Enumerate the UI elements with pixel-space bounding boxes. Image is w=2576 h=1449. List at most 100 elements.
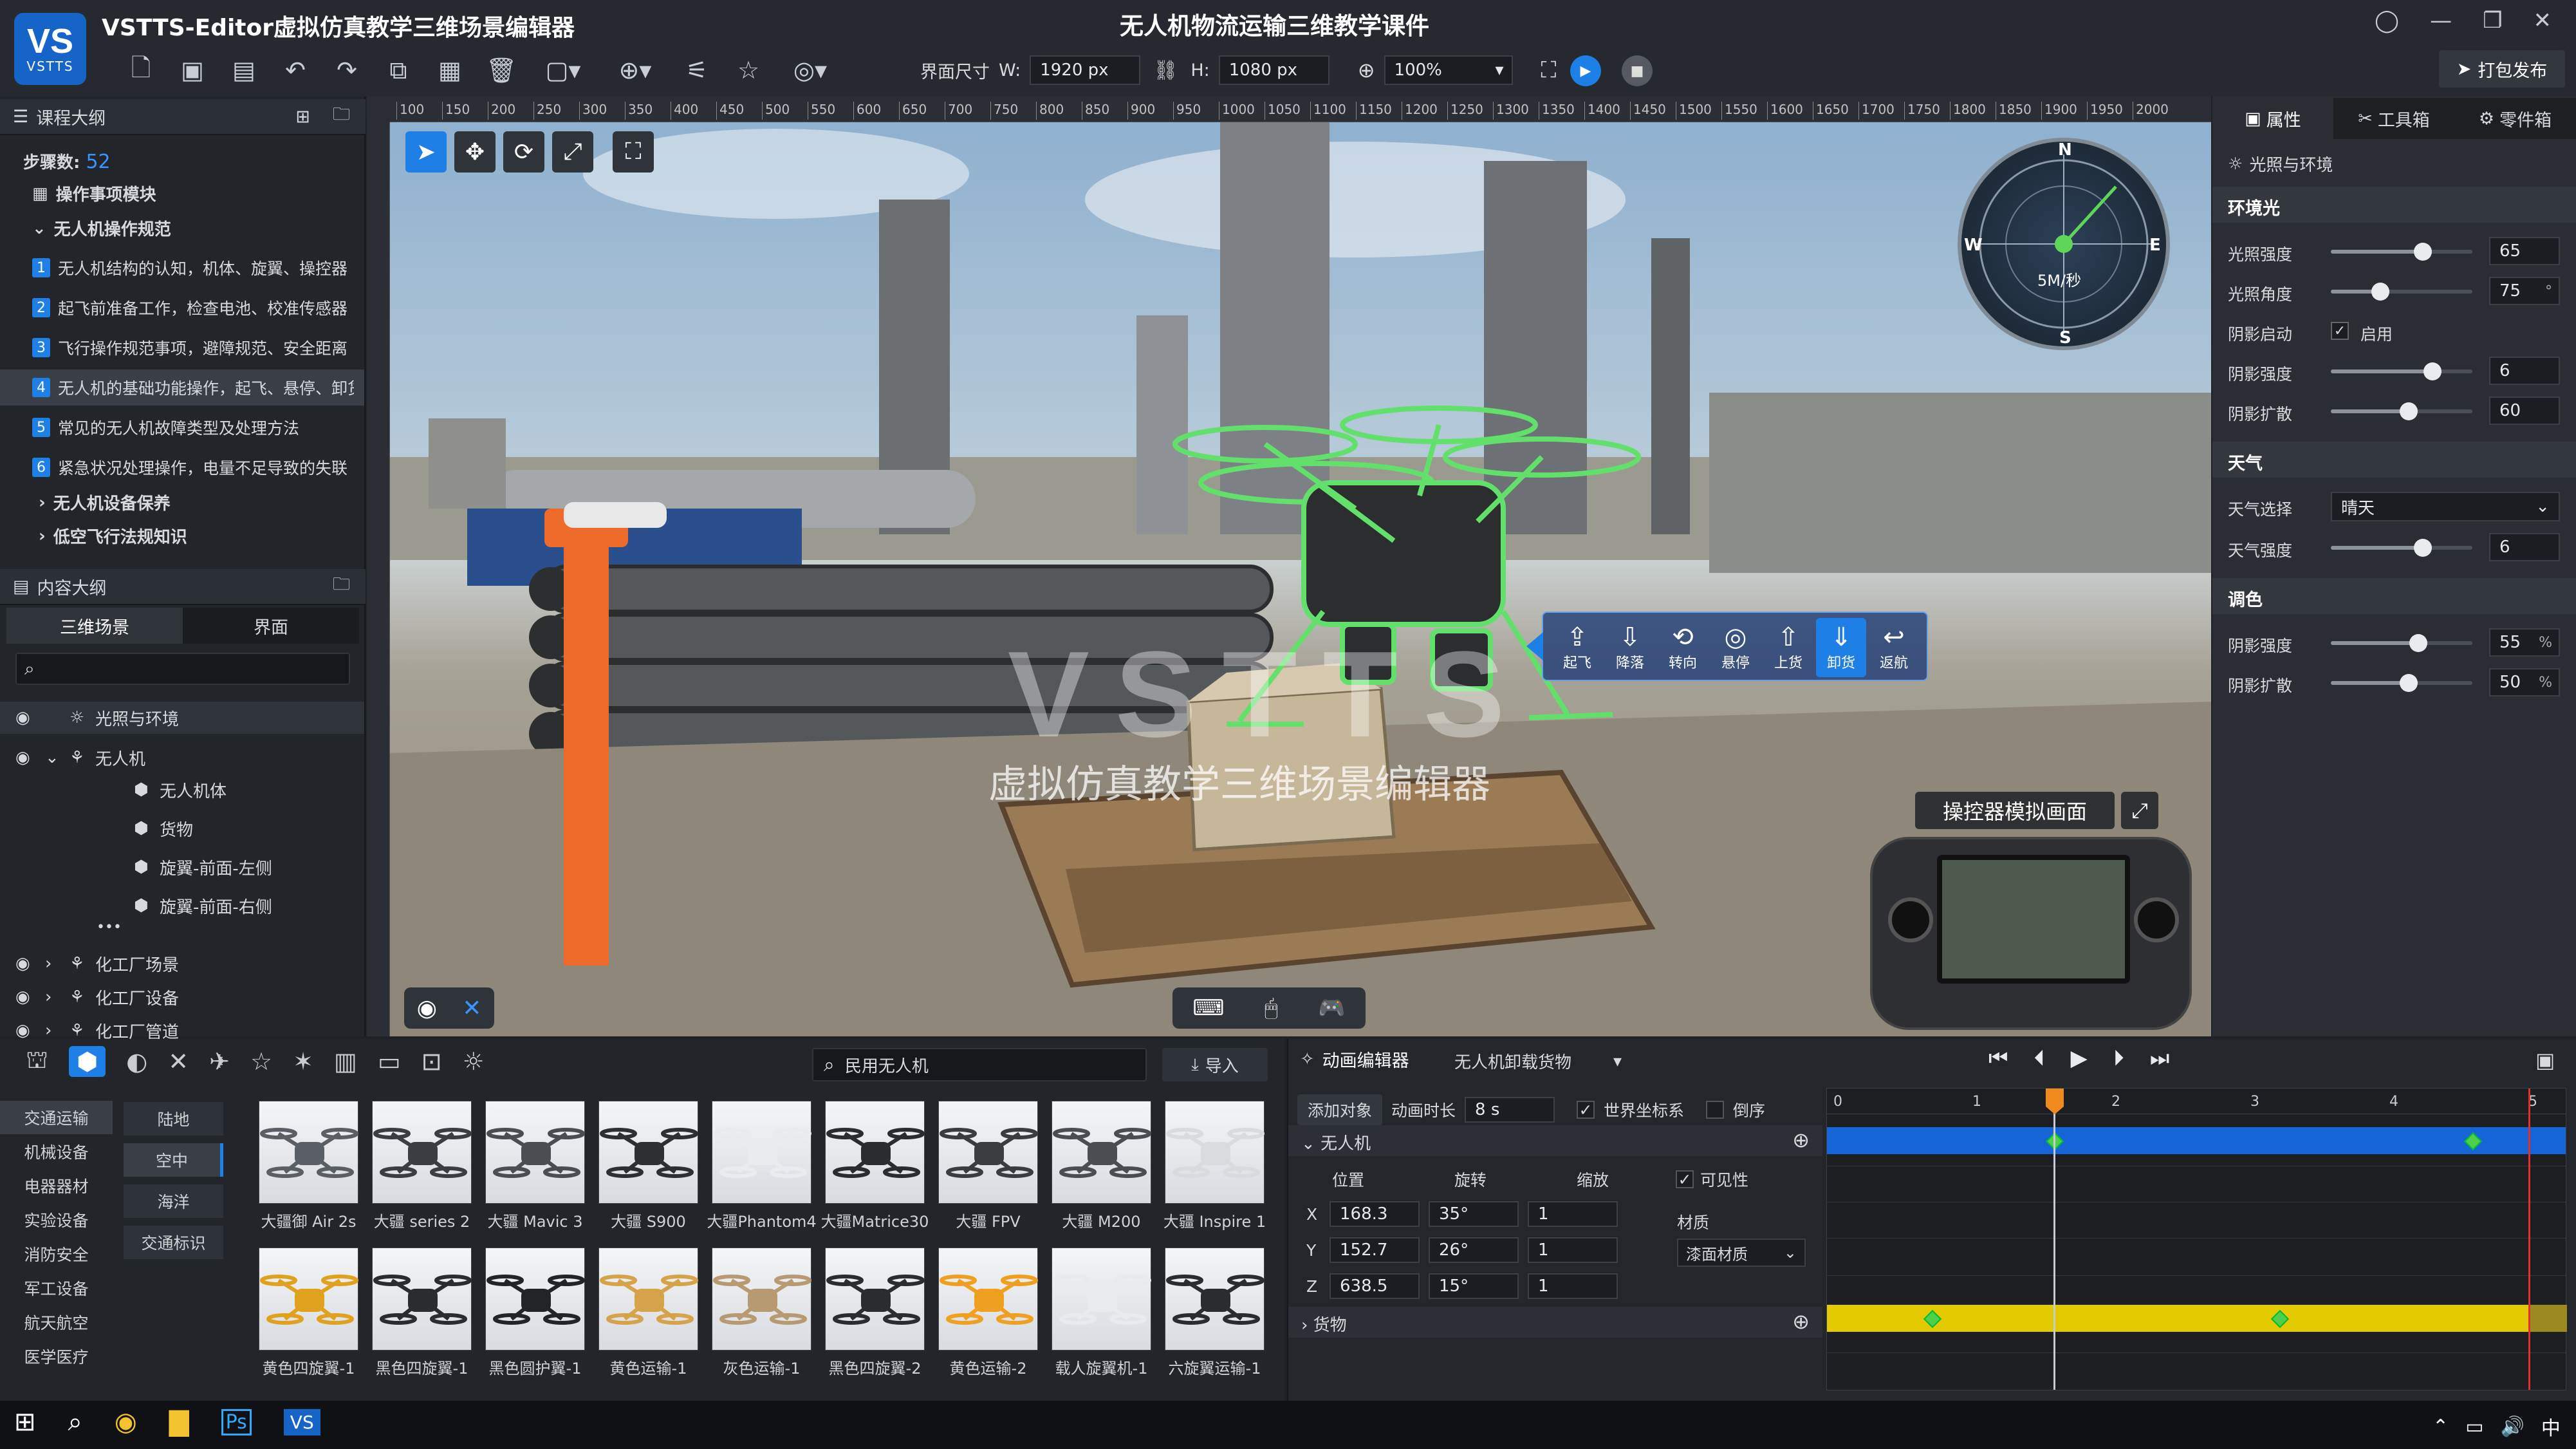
- book-icon[interactable]: ▥: [334, 1047, 357, 1076]
- scene-viewport[interactable]: VSTTS 虚拟仿真教学三维场景编辑器 ➤ ✥ ⟳ ⤢ ⛶ N S E W 5M…: [390, 122, 2211, 1036]
- tab-3d-scene[interactable]: 三维场景: [6, 608, 183, 644]
- scale-input[interactable]: 1: [1528, 1237, 1618, 1263]
- add-folder-icon[interactable]: 🗀: [333, 102, 350, 131]
- module-node[interactable]: ▦ 操作事项模块: [32, 182, 156, 205]
- asset-thumbnail[interactable]: [1052, 1248, 1151, 1351]
- collapsed-node-2[interactable]: › 低空飞行法规知识: [39, 524, 187, 548]
- asset-thumbnail[interactable]: [259, 1101, 358, 1204]
- reverse-checkbox[interactable]: [1706, 1101, 1725, 1119]
- property-value-input[interactable]: 55%: [2489, 628, 2560, 657]
- asset-thumbnail[interactable]: [938, 1101, 1038, 1204]
- tab-toolbox[interactable]: ✂ 工具箱: [2333, 98, 2454, 139]
- tab-properties[interactable]: ▣ 属性: [2212, 98, 2333, 139]
- windows-start-icon[interactable]: ⊞: [14, 1407, 36, 1437]
- add-node-icon[interactable]: ⊞: [295, 107, 310, 127]
- asset-thumbnail[interactable]: [372, 1101, 472, 1204]
- asset-thumbnail[interactable]: [372, 1248, 472, 1351]
- timeline[interactable]: 012345: [1826, 1088, 2567, 1390]
- asset-category-item[interactable]: 航天航空: [0, 1305, 113, 1339]
- save-as-icon[interactable]: ▤: [225, 51, 263, 89]
- chevron-right-icon[interactable]: ›: [45, 987, 51, 1007]
- prev-frame-icon[interactable]: ⏴: [2034, 1045, 2045, 1071]
- keyboard-icon[interactable]: ⌨: [1192, 995, 1224, 1021]
- asset-subcategory-item[interactable]: 空中: [124, 1143, 223, 1177]
- eye-icon[interactable]: ◉: [417, 995, 437, 1022]
- property-value-input[interactable]: 50%: [2489, 668, 2560, 696]
- drone-action-button[interactable]: ⇧ 上货: [1763, 618, 1813, 677]
- drone-action-button[interactable]: ⇓ 卸货: [1816, 618, 1866, 677]
- visibility-eye-icon[interactable]: ◉: [15, 1021, 30, 1040]
- asset-thumbnail[interactable]: [1165, 1248, 1265, 1351]
- asset-category-item[interactable]: 机械设备: [0, 1135, 113, 1168]
- tree-node[interactable]: ⬢ 旋翼-前面-右侧: [0, 890, 364, 922]
- rotation-input[interactable]: 15°: [1429, 1273, 1519, 1299]
- asset-category-item[interactable]: 消防安全: [0, 1237, 113, 1271]
- shadow-enable-checkbox[interactable]: ✓: [2331, 322, 2349, 340]
- tree-node[interactable]: ◉ › ⚘ 化工厂设备: [0, 981, 364, 1013]
- tree-search-input[interactable]: ⌕: [15, 653, 350, 685]
- star-icon[interactable]: ☆: [250, 1047, 272, 1076]
- add-track-icon[interactable]: ⊕: [1792, 1309, 1810, 1334]
- move-tool-icon[interactable]: ✥: [454, 131, 496, 173]
- visibility-eye-icon[interactable]: ◉: [15, 748, 30, 767]
- visible-checkbox[interactable]: ✓: [1676, 1170, 1694, 1189]
- property-value-input[interactable]: 60: [2489, 397, 2560, 425]
- fit-screen-icon[interactable]: ⛶: [1541, 57, 1557, 83]
- drone-action-button[interactable]: ◎ 悬停: [1710, 618, 1761, 677]
- search-icon[interactable]: ⌕: [68, 1407, 82, 1437]
- rotation-input[interactable]: 26°: [1429, 1237, 1519, 1263]
- maximize-icon[interactable]: ❐: [2483, 8, 2502, 33]
- link-icon[interactable]: ⛓: [1153, 59, 1178, 82]
- asset-subcategory-item[interactable]: 海洋: [124, 1184, 223, 1218]
- redo-icon[interactable]: ↷: [328, 51, 366, 89]
- drone-action-button[interactable]: ⇩ 降落: [1605, 618, 1655, 677]
- zoom-icon[interactable]: ⊕: [1358, 58, 1375, 82]
- controller-preview[interactable]: [1870, 837, 2192, 1030]
- select-tool-icon[interactable]: ➤: [405, 131, 447, 173]
- effect-icon[interactable]: ✶: [293, 1047, 313, 1076]
- drone-action-button[interactable]: ↩ 返航: [1869, 618, 1919, 677]
- course-step-item[interactable]: 3 飞行操作规范事项，避障规范、安全距离: [0, 330, 364, 366]
- controller-expand-icon[interactable]: ⤢: [2121, 792, 2158, 829]
- tray-chevron-icon[interactable]: ⌃: [2432, 1416, 2449, 1438]
- position-input[interactable]: 638.5: [1330, 1273, 1420, 1299]
- asset-thumbnail[interactable]: [598, 1101, 698, 1204]
- asset-category-item[interactable]: 医学医疗: [0, 1340, 113, 1373]
- tree-node[interactable]: ◉ ☼ 光照与环境: [0, 702, 364, 734]
- icon-set-icon[interactable]: ⊡: [422, 1047, 442, 1076]
- position-input[interactable]: 152.7: [1330, 1237, 1420, 1263]
- asset-thumbnail[interactable]: [825, 1101, 925, 1204]
- course-step-item[interactable]: 5 常见的无人机故障类型及处理方法: [0, 409, 364, 445]
- tree-node[interactable]: ⬢ 货物: [0, 812, 364, 845]
- property-slider[interactable]: [2331, 634, 2472, 652]
- property-value-input[interactable]: 6: [2489, 533, 2560, 561]
- import-button[interactable]: ⤓ 导入: [1162, 1048, 1268, 1081]
- course-step-item[interactable]: 6 紧急状况处理操作，电量不足导致的失联: [0, 449, 364, 485]
- target-dropdown-icon[interactable]: ⊕▾: [606, 51, 664, 89]
- height-input[interactable]: 1080 px: [1218, 55, 1330, 85]
- property-slider[interactable]: [2331, 674, 2472, 692]
- close-icon[interactable]: ✕: [2534, 8, 2552, 33]
- property-slider[interactable]: [2331, 283, 2472, 301]
- drone-action-button[interactable]: ⇪ 起飞: [1552, 618, 1602, 677]
- scale-input[interactable]: 1: [1528, 1201, 1618, 1227]
- layers-icon[interactable]: ⚟: [678, 51, 716, 89]
- add-track-icon[interactable]: ⊕: [1792, 1128, 1810, 1152]
- tools-icon[interactable]: ✕: [168, 1047, 189, 1076]
- playhead[interactable]: [2053, 1089, 2055, 1390]
- tree-node[interactable]: ◉ › ⚘ 化工厂场景: [0, 948, 364, 980]
- add-folder-icon[interactable]: 🗀: [333, 572, 350, 601]
- drone-view-icon[interactable]: ✕: [462, 995, 481, 1022]
- asset-subcategory-item[interactable]: 陆地: [124, 1102, 223, 1136]
- drone-track[interactable]: [1827, 1127, 2566, 1154]
- fullscreen-tool-icon[interactable]: ⛶: [613, 131, 654, 173]
- course-step-item[interactable]: 1 无人机结构的认知，机体、旋翼、操控器: [0, 250, 364, 286]
- asset-thumbnail[interactable]: [712, 1248, 811, 1351]
- asset-subcategory-item[interactable]: 交通标识: [124, 1226, 223, 1259]
- asset-thumbnail[interactable]: [485, 1248, 585, 1351]
- stop-button[interactable]: ■: [1622, 55, 1653, 86]
- frame-dropdown-icon[interactable]: ▢▾: [534, 51, 592, 89]
- asset-thumbnail[interactable]: [598, 1248, 698, 1351]
- asset-thumbnail[interactable]: [259, 1248, 358, 1351]
- new-file-icon[interactable]: 🗋: [122, 51, 160, 89]
